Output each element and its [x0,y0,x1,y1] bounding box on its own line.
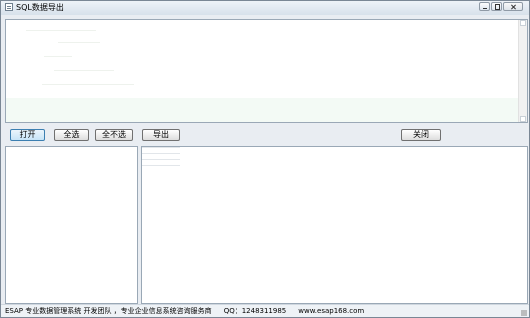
resize-grip-icon[interactable] [521,310,527,316]
grid-line [142,165,180,166]
website-text[interactable]: www.esap168.com [298,307,364,315]
sql-text-area[interactable] [5,19,528,123]
table-list-panel[interactable] [5,146,138,304]
minimize-button[interactable] [479,2,490,11]
export-button[interactable]: 导出 [142,129,180,141]
highlight-band [6,98,527,122]
qq-text: QQ：1248311985 [223,307,287,315]
main-window: SQL数据导出 打开 全选 全不选 导出 关闭 ESAP 专业数据管理系统 开发… [0,0,530,318]
grid-line [142,159,180,160]
scroll-up-icon[interactable] [520,20,526,26]
window-title: SQL数据导出 [16,3,64,12]
open-button[interactable]: 打开 [10,129,45,141]
grid-lines [142,147,180,167]
faint-line [26,30,96,31]
status-bar: ESAP 专业数据管理系统 开发团队 ，专业企业信息系统咨询服务商 QQ：1248… [1,304,529,317]
status-text-line: ESAP 专业数据管理系统 开发团队 ，专业企业信息系统咨询服务商 QQ：1248… [5,306,364,317]
faint-line [58,42,100,43]
close-window-button[interactable] [503,2,523,11]
vertical-scrollbar[interactable] [518,20,527,122]
grid-line [142,147,180,148]
title-bar: SQL数据导出 [1,1,529,15]
maximize-button[interactable] [491,2,502,11]
faint-line [42,84,134,85]
team-text: ESAP 专业数据管理系统 开发团队 ，专业企业信息系统咨询服务商 [5,307,212,315]
grid-line [142,153,180,154]
scroll-down-icon[interactable] [520,116,526,122]
faint-line [54,70,114,71]
select-all-button[interactable]: 全选 [54,129,89,141]
close-button[interactable]: 关闭 [401,129,441,141]
app-icon [5,3,13,11]
toolbar: 打开 全选 全不选 导出 关闭 [1,125,529,143]
deselect-all-button[interactable]: 全不选 [95,129,133,141]
faint-line [44,56,72,57]
result-grid-panel[interactable] [141,146,528,304]
